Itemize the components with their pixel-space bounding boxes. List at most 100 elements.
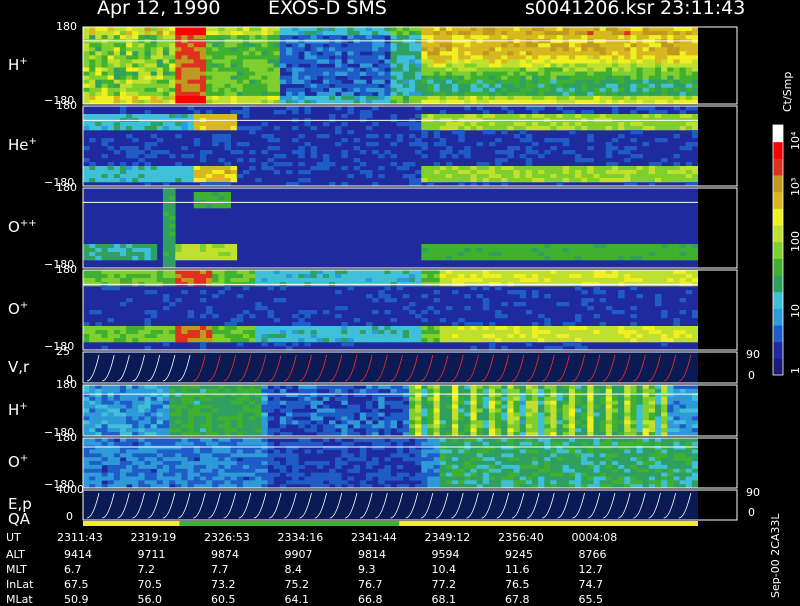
heat-cell xyxy=(298,35,305,39)
heat-cell xyxy=(157,114,164,118)
heat-cell xyxy=(231,405,238,409)
heat-cell xyxy=(477,252,484,256)
heat-cell xyxy=(255,334,262,338)
heat-cell xyxy=(618,310,625,314)
heat-cell xyxy=(514,385,521,389)
heat-cell xyxy=(594,47,601,51)
heat-cell xyxy=(403,84,410,88)
heat-cell xyxy=(446,146,453,150)
heat-cell xyxy=(477,72,484,76)
heat-cell xyxy=(630,326,637,330)
heat-cell xyxy=(440,68,447,72)
heat-cell xyxy=(507,385,514,389)
heat-cell xyxy=(225,424,232,428)
heat-cell xyxy=(557,39,564,43)
heat-cell xyxy=(120,114,127,118)
heat-cell xyxy=(188,405,195,409)
heat-cell xyxy=(360,96,367,100)
heat-cell xyxy=(218,204,225,208)
heat-cell xyxy=(175,162,182,166)
heat-cell xyxy=(255,76,262,80)
heat-cell xyxy=(637,294,644,298)
heat-cell xyxy=(403,338,410,342)
heat-cell xyxy=(612,146,619,150)
heat-cell xyxy=(692,252,699,256)
heat-cell xyxy=(317,96,324,100)
heat-cell xyxy=(138,51,145,55)
heat-cell xyxy=(126,59,133,63)
heat-cell xyxy=(311,96,318,100)
heat-cell xyxy=(206,330,213,334)
heat-cell xyxy=(409,326,416,330)
heat-cell xyxy=(557,170,564,174)
heat-cell xyxy=(427,178,434,182)
heat-cell xyxy=(95,122,102,126)
heat-cell xyxy=(397,27,404,31)
heat-cell xyxy=(225,274,232,278)
heat-cell xyxy=(218,252,225,256)
heat-cell xyxy=(495,314,502,318)
heat-cell xyxy=(89,413,96,417)
heat-cell xyxy=(544,92,551,96)
heat-cell xyxy=(126,134,133,138)
heat-cell xyxy=(249,424,256,428)
heat-cell xyxy=(200,35,207,39)
heat-cell xyxy=(391,278,398,282)
heat-cell xyxy=(637,338,644,342)
heat-cell xyxy=(618,252,625,256)
heat-cell xyxy=(132,88,139,92)
heat-cell xyxy=(225,31,232,35)
heat-cell xyxy=(169,232,176,236)
heat-cell xyxy=(421,39,428,43)
heat-cell xyxy=(237,174,244,178)
heat-cell xyxy=(624,31,631,35)
heat-cell xyxy=(514,134,521,138)
heat-cell xyxy=(427,51,434,55)
heat-cell xyxy=(311,428,318,432)
heat-cell xyxy=(655,51,662,55)
heat-cell xyxy=(514,248,521,252)
heat-cell xyxy=(317,401,324,405)
heat-cell xyxy=(557,80,564,84)
heat-cell xyxy=(372,68,379,72)
heat-cell xyxy=(194,35,201,39)
heat-cell xyxy=(335,39,342,43)
heat-cell xyxy=(667,178,674,182)
heat-cell xyxy=(169,68,176,72)
heat-cell xyxy=(612,31,619,35)
heat-cell xyxy=(409,27,416,31)
heat-cell xyxy=(102,72,109,76)
heat-cell xyxy=(477,31,484,35)
heat-cell xyxy=(255,424,262,428)
heat-cell xyxy=(120,278,127,282)
heat-cell xyxy=(286,106,293,110)
heat-cell xyxy=(378,39,385,43)
heat-cell xyxy=(649,106,656,110)
heat-cell xyxy=(643,39,650,43)
heat-cell xyxy=(384,134,391,138)
heat-cell xyxy=(538,92,545,96)
heat-cell xyxy=(181,68,188,72)
heat-cell xyxy=(95,88,102,92)
heat-cell xyxy=(397,134,404,138)
heat-cell xyxy=(569,55,576,59)
heat-cell xyxy=(218,389,225,393)
heat-cell xyxy=(347,47,354,51)
heat-cell xyxy=(151,248,158,252)
heat-cell xyxy=(403,51,410,55)
heat-cell xyxy=(489,389,496,393)
heat-cell xyxy=(501,405,508,409)
heat-cell xyxy=(384,76,391,80)
heat-cell xyxy=(403,294,410,298)
heat-cell xyxy=(126,385,133,389)
heat-cell xyxy=(83,96,90,100)
heat-cell xyxy=(680,146,687,150)
heat-cell xyxy=(225,174,232,178)
heat-cell xyxy=(550,244,557,248)
heat-cell xyxy=(409,389,416,393)
heat-cell xyxy=(83,76,90,80)
heat-cell xyxy=(483,306,490,310)
heat-cell xyxy=(317,72,324,76)
heat-cell xyxy=(409,59,416,63)
heat-cell xyxy=(95,248,102,252)
